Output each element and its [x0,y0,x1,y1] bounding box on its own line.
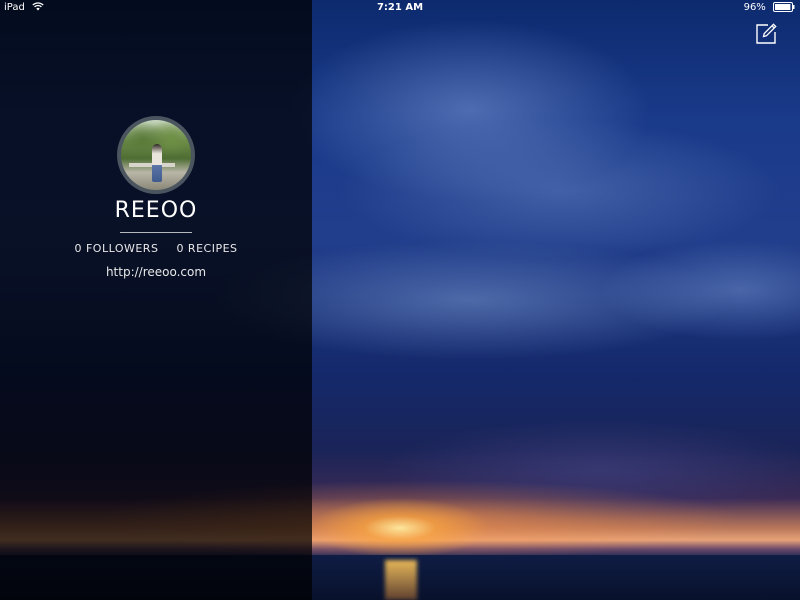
compose-button[interactable] [754,22,778,46]
avatar-photo [121,120,191,190]
battery-percent: 96% [743,2,766,13]
avatar-person [152,144,162,182]
clock: 7:21 AM [376,2,424,13]
profile-stats: 0 FOLLOWERS 0 RECIPES [0,242,312,255]
followers-count[interactable]: 0 FOLLOWERS [74,242,158,255]
battery-group: 96% [744,2,795,15]
sun-reflection [385,560,417,600]
avatar[interactable] [117,116,195,194]
status-bar: iPad 7:21 AM 96% [0,0,800,16]
profile-panel: REEOO 0 FOLLOWERS 0 RECIPES http://reeoo… [0,0,312,600]
profile-screen: iPad 7:21 AM 96% REEOO 0 FOLLOWERS 0 REC… [0,0,800,600]
profile-name: REEOO [114,198,198,223]
website-link[interactable]: http://reeoo.com [0,265,312,279]
name-divider [120,232,192,233]
recipes-count[interactable]: 0 RECIPES [176,242,237,255]
compose-icon [756,23,777,44]
battery-icon [773,2,795,15]
